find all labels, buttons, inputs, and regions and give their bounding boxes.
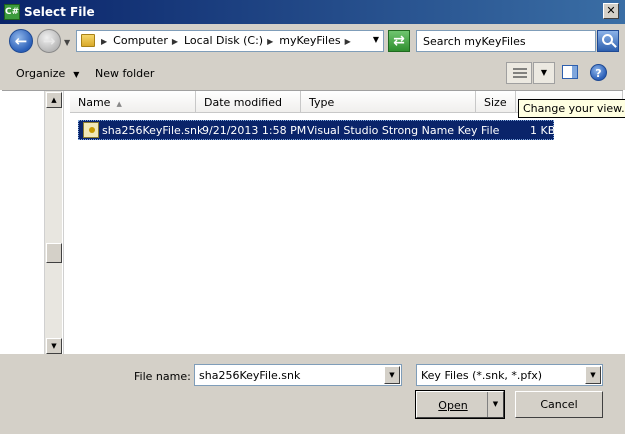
dialog-footer: File name: sha256KeyFile.snk ▼ Key Files… [0, 354, 625, 434]
command-bar: Organize ▼ New folder ▼ ? [0, 58, 625, 90]
file-row[interactable]: sha256KeyFile.snk 9/21/2013 1:58 PM Visu… [78, 120, 556, 140]
arrow-right-icon: → [42, 32, 56, 50]
chevron-right-icon[interactable]: ▶ [172, 37, 178, 46]
file-type-select[interactable]: Key Files (*.snk, *.pfx) ▼ [416, 364, 603, 386]
folder-icon [81, 34, 95, 47]
breadcrumb-computer[interactable]: Computer [113, 34, 168, 47]
chevron-down-icon: ▼ [73, 70, 80, 79]
content-area: ▲ ▼ Name ▲ Date modified Type Size sha256… [2, 90, 623, 355]
scroll-up-button[interactable]: ▲ [46, 92, 62, 108]
scroll-thumb[interactable] [46, 243, 62, 263]
chevron-right-icon[interactable]: ▶ [101, 37, 107, 46]
back-button[interactable]: ← [9, 29, 33, 53]
nav-scrollbar[interactable]: ▲ ▼ [44, 91, 62, 355]
views-dropdown-button[interactable]: ▼ [533, 62, 555, 84]
file-type-value: Key Files (*.snk, *.pfx) [421, 369, 543, 382]
views-button[interactable] [506, 62, 532, 84]
column-header-name[interactable]: Name ▲ [70, 91, 196, 113]
tooltip: Change your view. [518, 99, 625, 118]
refresh-icon: ⇄ [393, 33, 405, 49]
column-header-size[interactable]: Size [476, 91, 516, 113]
arrow-left-icon: ← [14, 32, 28, 50]
sort-chevron-icon: ▲ [116, 100, 122, 108]
search-input[interactable]: Search myKeyFiles [416, 30, 596, 52]
file-type-cell: Visual Studio Strong Name Key File [307, 124, 500, 137]
open-split-dropdown-icon[interactable]: ▼ [487, 392, 503, 417]
breadcrumb-mykeyfiles[interactable]: myKeyFiles [279, 34, 340, 47]
recent-locations-dropdown[interactable]: ▼ [64, 38, 70, 47]
organize-button[interactable]: Organize ▼ [16, 67, 79, 80]
address-row: ← → ▼ ▶ Computer ▶ Local Disk (C:) ▶ myKeyFil… [0, 24, 625, 58]
address-bar[interactable]: ▶ Computer ▶ Local Disk (C:) ▶ myKeyFiles ▶ ▼ [76, 30, 384, 52]
title-bar: C# Select File ✕ [0, 0, 625, 24]
new-folder-button[interactable]: New folder [95, 67, 154, 80]
breadcrumb-local-disk[interactable]: Local Disk (C:) [184, 34, 263, 47]
column-header-label: Name [78, 96, 111, 109]
file-type-dropdown-button[interactable]: ▼ [585, 366, 601, 384]
preview-pane-icon[interactable] [562, 65, 578, 79]
organize-label: Organize [16, 67, 66, 80]
app-icon: C# [4, 4, 20, 20]
refresh-button[interactable]: ⇄ [388, 30, 410, 52]
column-header-date-modified[interactable]: Date modified [196, 91, 301, 113]
file-name-cell: sha256KeyFile.snk [102, 124, 204, 137]
file-list: Name ▲ Date modified Type Size sha256KeyF… [64, 91, 623, 355]
file-size-cell: 1 KB [530, 124, 556, 137]
file-name-dropdown-button[interactable]: ▼ [384, 366, 400, 384]
file-name-label: File name: [134, 370, 191, 383]
scroll-down-button[interactable]: ▼ [46, 338, 62, 354]
views-icon [513, 68, 527, 78]
search-button[interactable] [597, 30, 619, 52]
cancel-button[interactable]: Cancel [515, 391, 603, 418]
close-button[interactable]: ✕ [603, 3, 619, 19]
window-title: Select File [24, 5, 95, 19]
open-label: Open [438, 399, 468, 412]
chevron-right-icon[interactable]: ▶ [267, 37, 273, 46]
chevron-right-icon[interactable]: ▶ [345, 37, 351, 46]
file-name-input[interactable]: sha256KeyFile.snk ▼ [194, 364, 402, 386]
help-icon[interactable]: ? [590, 64, 607, 81]
open-button[interactable]: Open ▼ [415, 390, 505, 419]
file-date-cell: 9/21/2013 1:58 PM [202, 124, 307, 137]
forward-button[interactable]: → [37, 29, 61, 53]
key-file-icon [83, 122, 99, 138]
navigation-pane: ▲ ▼ [2, 91, 64, 355]
address-dropdown-icon[interactable]: ▼ [373, 35, 379, 44]
breadcrumb: ▶ Computer ▶ Local Disk (C:) ▶ myKeyFiles ▶ [101, 34, 357, 47]
column-header-type[interactable]: Type [301, 91, 476, 113]
file-name-value: sha256KeyFile.snk [199, 369, 301, 382]
